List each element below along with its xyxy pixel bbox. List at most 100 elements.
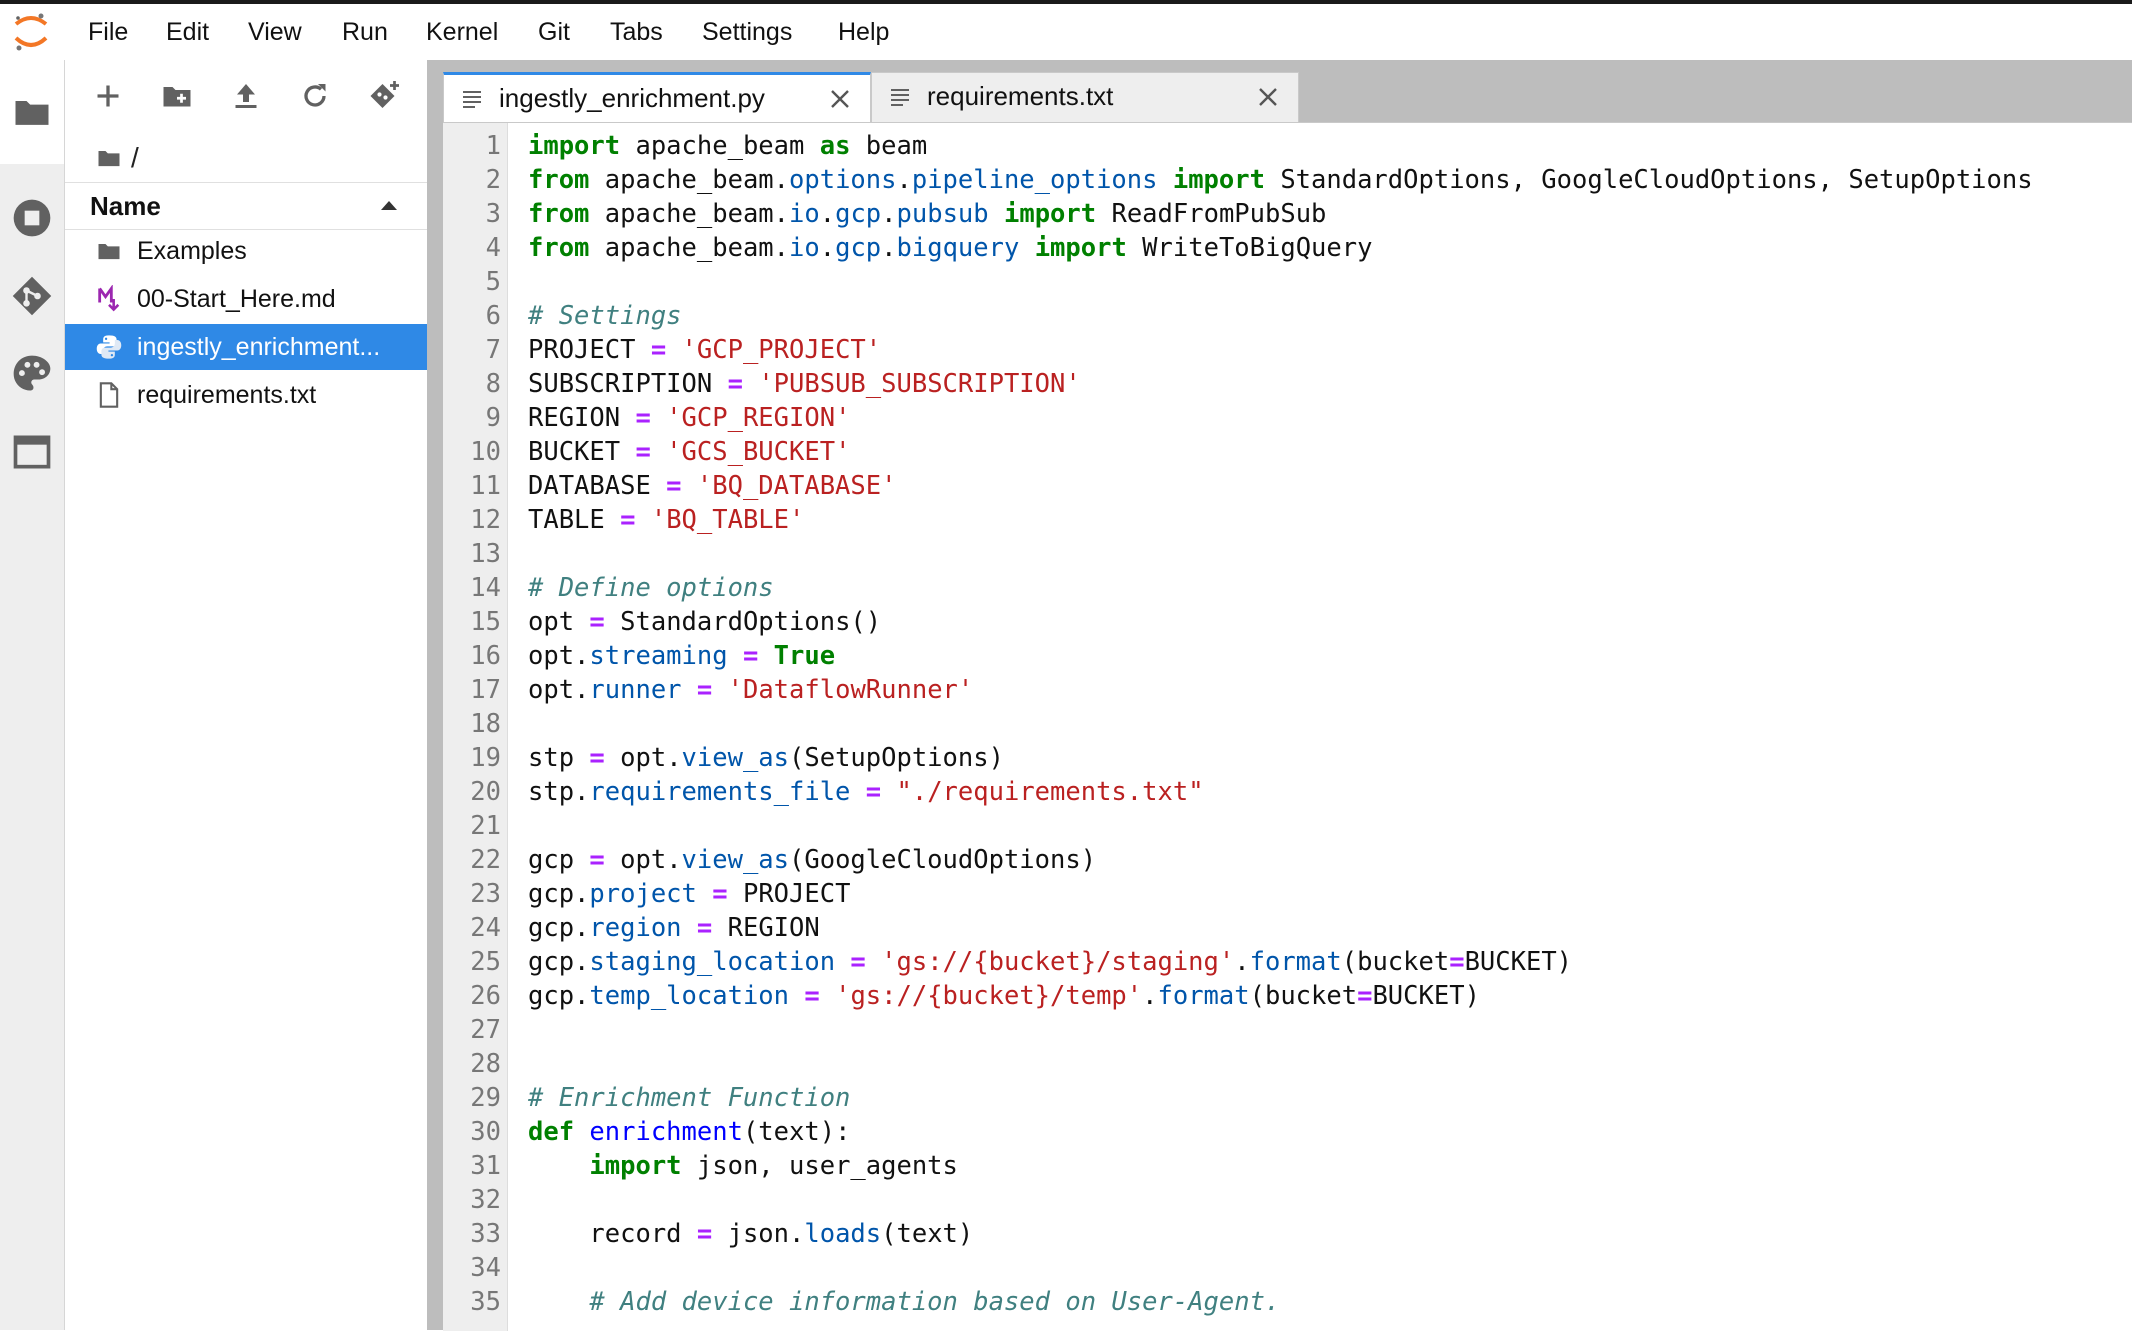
code-line[interactable]: 5 — [443, 265, 2132, 299]
code-token: as — [819, 131, 851, 161]
file-row-ingestly-enrichment[interactable]: ingestly_enrichment... — [65, 324, 427, 370]
menu-help[interactable]: Help — [838, 4, 889, 60]
file-browser-panel: / Name Examples 00-Start_Here.md ingestl… — [65, 60, 427, 1330]
code-line[interactable]: 12 TABLE = 'BQ_TABLE' — [443, 503, 2132, 537]
line-number: 1 — [485, 131, 501, 161]
menu-file[interactable]: File — [88, 4, 128, 60]
menu-settings[interactable]: Settings — [702, 4, 792, 60]
code-token: # Add device information based on User-A… — [589, 1287, 1281, 1317]
code-line[interactable]: 24 gcp.region = REGION — [443, 911, 2132, 945]
code-token: runner — [589, 675, 682, 705]
git-clone-icon[interactable] — [366, 78, 402, 114]
menu-view[interactable]: View — [248, 4, 302, 60]
code-text: opt = StandardOptions() — [528, 605, 881, 639]
code-line[interactable]: 35 # Add device information based on Use… — [443, 1285, 2132, 1319]
code-token: 'GCP_PROJECT' — [681, 335, 882, 365]
code-token: = — [666, 471, 682, 501]
file-row-start-here[interactable]: 00-Start_Here.md — [65, 276, 427, 322]
code-token: import — [1034, 233, 1127, 263]
code-line[interactable]: 33 record = json.loads(text) — [443, 1217, 2132, 1251]
code-line[interactable]: 23 gcp.project = PROJECT — [443, 877, 2132, 911]
code-line[interactable]: 19 stp = opt.view_as(SetupOptions) — [443, 741, 2132, 775]
code-token: (bucket — [1249, 981, 1358, 1011]
code-line[interactable]: 27 — [443, 1013, 2132, 1047]
code-line[interactable]: 7 PROJECT = 'GCP_PROJECT' — [443, 333, 2132, 367]
code-token: = — [696, 913, 713, 943]
code-line[interactable]: 16 opt.streaming = True — [443, 639, 2132, 673]
menu-run[interactable]: Run — [342, 4, 388, 60]
palette-icon[interactable] — [10, 352, 54, 396]
code-line[interactable]: 31 import json, user_agents — [443, 1149, 2132, 1183]
code-line[interactable]: 17 opt.runner = 'DataflowRunner' — [443, 673, 2132, 707]
code-text: opt.runner = 'DataflowRunner' — [528, 673, 973, 707]
code-line[interactable]: 4 from apache_beam.io.gcp.bigquery import… — [443, 231, 2132, 265]
file-row-examples[interactable]: Examples — [65, 228, 427, 274]
code-line[interactable]: 29 # Enrichment Function — [443, 1081, 2132, 1115]
code-line[interactable]: 6 # Settings — [443, 299, 2132, 333]
folder-icon[interactable] — [10, 90, 54, 134]
code-text: from apache_beam.options.pipeline_option… — [528, 163, 2033, 197]
code-line[interactable]: 22 gcp = opt.view_as(GoogleCloudOptions) — [443, 843, 2132, 877]
line-number: 23 — [470, 879, 501, 909]
git-icon[interactable] — [10, 274, 54, 318]
new-folder-icon[interactable] — [159, 78, 195, 114]
upload-icon[interactable] — [228, 78, 264, 114]
new-launcher-icon[interactable] — [90, 78, 126, 114]
close-icon[interactable] — [1256, 85, 1280, 109]
code-line[interactable]: 32 — [443, 1183, 2132, 1217]
code-line[interactable]: 30 def enrichment(text): — [443, 1115, 2132, 1149]
code-line[interactable]: 13 — [443, 537, 2132, 571]
close-icon[interactable] — [828, 87, 852, 111]
code-line[interactable]: 9 REGION = 'GCP_REGION' — [443, 401, 2132, 435]
code-token: json, user_agents — [681, 1151, 958, 1181]
code-token: = — [589, 607, 605, 637]
code-line[interactable]: 8 SUBSCRIPTION = 'PUBSUB_SUBSCRIPTION' — [443, 367, 2132, 401]
code-line[interactable]: 21 — [443, 809, 2132, 843]
menu-kernel[interactable]: Kernel — [426, 4, 498, 60]
code-token: (bucket — [1341, 947, 1450, 977]
name-column-header[interactable]: Name — [90, 183, 161, 229]
panel-splitter[interactable] — [427, 60, 443, 1330]
code-line[interactable]: 28 — [443, 1047, 2132, 1081]
file-list-header[interactable]: Name — [65, 182, 427, 230]
code-line[interactable]: 14 # Define options — [443, 571, 2132, 605]
file-row-requirements[interactable]: requirements.txt — [65, 372, 427, 418]
tabs-icon[interactable] — [10, 430, 54, 474]
code-token: = — [635, 403, 651, 433]
code-line[interactable]: 34 — [443, 1251, 2132, 1285]
running-icon[interactable] — [10, 196, 54, 240]
line-number: 34 — [470, 1253, 501, 1283]
code-line[interactable]: 15 opt = StandardOptions() — [443, 605, 2132, 639]
code-line[interactable]: 11 DATABASE = 'BQ_DATABASE' — [443, 469, 2132, 503]
code-token: BUCKET — [528, 437, 636, 467]
code-line[interactable]: 1 import apache_beam as beam — [443, 129, 2132, 163]
code-line[interactable]: 18 — [443, 707, 2132, 741]
code-token: TABLE — [528, 505, 621, 535]
menu-git[interactable]: Git — [538, 4, 570, 60]
menu-tabs[interactable]: Tabs — [610, 4, 663, 60]
code-token: = — [865, 777, 882, 807]
tab-ingestly-enrichment[interactable]: ingestly_enrichment.py — [443, 72, 871, 123]
code-token: format — [1249, 947, 1342, 977]
code-text: stp = opt.view_as(SetupOptions) — [528, 741, 1004, 775]
code-token: 'gs://{bucket}/staging' — [881, 947, 1235, 977]
code-editor[interactable]: 1 import apache_beam as beam 2 from apache_… — [443, 122, 2132, 1331]
code-token: = — [589, 743, 605, 773]
tab-requirements[interactable]: requirements.txt — [871, 72, 1299, 122]
code-line[interactable]: 20 stp.requirements_file = "./requirement… — [443, 775, 2132, 809]
breadcrumb-root[interactable]: / — [131, 142, 139, 174]
breadcrumb: / — [95, 138, 139, 178]
folder-icon[interactable] — [95, 144, 123, 172]
code-line[interactable]: 25 gcp.staging_location = 'gs://{bucket}/… — [443, 945, 2132, 979]
code-line[interactable]: 26 gcp.temp_location = 'gs://{bucket}/tem… — [443, 979, 2132, 1013]
code-token: streaming — [589, 641, 728, 671]
code-line[interactable]: 2 from apache_beam.options.pipeline_optio… — [443, 163, 2132, 197]
code-line[interactable]: 10 BUCKET = 'GCS_BUCKET' — [443, 435, 2132, 469]
refresh-icon[interactable] — [297, 78, 333, 114]
code-line[interactable]: 3 from apache_beam.io.gcp.pubsub import R… — [443, 197, 2132, 231]
menu-edit[interactable]: Edit — [166, 4, 209, 60]
code-text: gcp.project = PROJECT — [528, 877, 850, 911]
